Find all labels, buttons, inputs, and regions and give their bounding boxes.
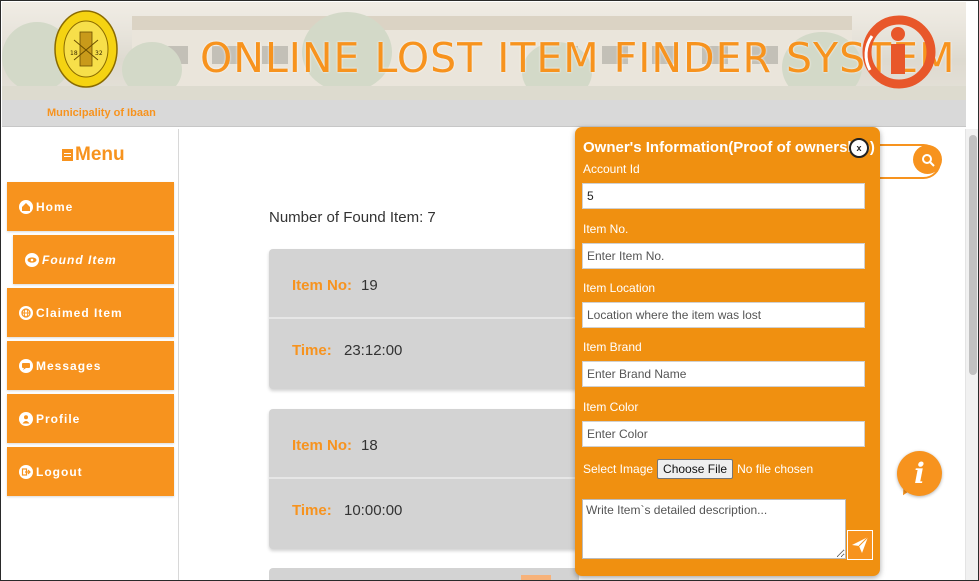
item-brand-label: Item Brand [583, 340, 642, 354]
item-location-label: Item Location [583, 281, 656, 295]
user-icon [19, 411, 33, 426]
sidebar-item-profile[interactable]: Profile [7, 394, 174, 443]
sidebar-item-label: Found Item [42, 252, 117, 267]
info-button[interactable]: i [897, 451, 942, 496]
card-accent-fragment [521, 575, 551, 580]
sidebar-item-label: Messages [36, 358, 102, 373]
send-icon [852, 536, 869, 553]
item-no-label: Item No: [292, 437, 352, 454]
svg-text:32: 32 [95, 50, 103, 57]
sidebar-item-claimed-item[interactable]: Claimed Item [7, 288, 174, 337]
item-no-value: 18 [361, 437, 378, 454]
item-brand-field[interactable] [582, 361, 865, 387]
no-file-text: No file chosen [737, 462, 814, 476]
account-id-field[interactable] [582, 183, 865, 209]
info-icon: i [914, 457, 925, 490]
close-button[interactable]: x [849, 138, 869, 158]
home-icon [19, 199, 33, 214]
item-color-label: Item Color [583, 400, 639, 414]
time-label: Time: [292, 342, 332, 359]
owner-info-modal: Owner's Information(Proof of ownership) … [575, 127, 880, 576]
account-id-label: Account Id [583, 162, 640, 176]
file-upload-row: Select Image Choose File No file chosen [583, 459, 813, 479]
sidebar-item-label: Logout [36, 464, 83, 479]
eye-icon [25, 252, 39, 267]
app-window: 18 32 ONLINE LOST ITEM FINDER SYSTEM Mun… [0, 0, 979, 581]
bagong-ibaan-logo [862, 15, 936, 89]
sidebar-item-found-item[interactable]: Found Item [13, 235, 174, 284]
search-icon [921, 153, 935, 167]
municipality-label: Municipality of Ibaan [47, 107, 156, 119]
search-button[interactable] [913, 145, 942, 174]
item-color-field[interactable] [582, 421, 865, 447]
sidebar-item-home[interactable]: Home [7, 182, 174, 231]
submit-button[interactable] [847, 530, 873, 560]
time-label: Time: [292, 502, 332, 519]
municipal-seal-logo: 18 32 [54, 10, 118, 88]
time-value: 23:12:00 [344, 342, 403, 359]
item-no-label: Item No: [292, 277, 352, 294]
globe-icon [19, 305, 33, 320]
item-location-field[interactable] [582, 302, 865, 328]
time-value: 10:00:00 [344, 502, 403, 519]
scrollbar-thumb[interactable] [969, 135, 977, 375]
sidebar-item-label: Profile [36, 411, 81, 426]
item-no-value: 19 [361, 277, 378, 294]
menu-title[interactable]: Menu [62, 144, 125, 166]
svg-text:18: 18 [70, 50, 78, 57]
menu-label: Menu [75, 144, 125, 165]
item-no-field-label: Item No. [583, 222, 629, 236]
logout-icon [19, 464, 33, 479]
choose-file-button[interactable]: Choose File [657, 459, 734, 479]
modal-title: Owner's Information(Proof of ownership) [583, 139, 875, 156]
select-image-label: Select Image [583, 462, 654, 476]
chat-icon [19, 358, 33, 373]
sidebar-item-messages[interactable]: Messages [7, 341, 174, 390]
sidebar-item-logout[interactable]: Logout [7, 447, 174, 496]
found-item-count: Number of Found Item: 7 [269, 209, 436, 226]
app-title: ONLINE LOST ITEM FINDER SYSTEM [200, 34, 956, 82]
item-no-field[interactable] [582, 243, 865, 269]
sidebar-item-label: Claimed Item [36, 305, 123, 320]
description-textarea[interactable] [582, 499, 846, 559]
menu-icon [62, 149, 73, 161]
header-banner: 18 32 ONLINE LOST ITEM FINDER SYSTEM [2, 2, 966, 100]
found-item-card[interactable]: Item No: 18 Time: 10:00:00 [269, 409, 579, 549]
sidebar-item-label: Home [36, 199, 74, 214]
page-scrollbar[interactable] [965, 129, 978, 580]
found-item-card[interactable]: Item No: 19 Time: 23:12:00 [269, 249, 579, 389]
